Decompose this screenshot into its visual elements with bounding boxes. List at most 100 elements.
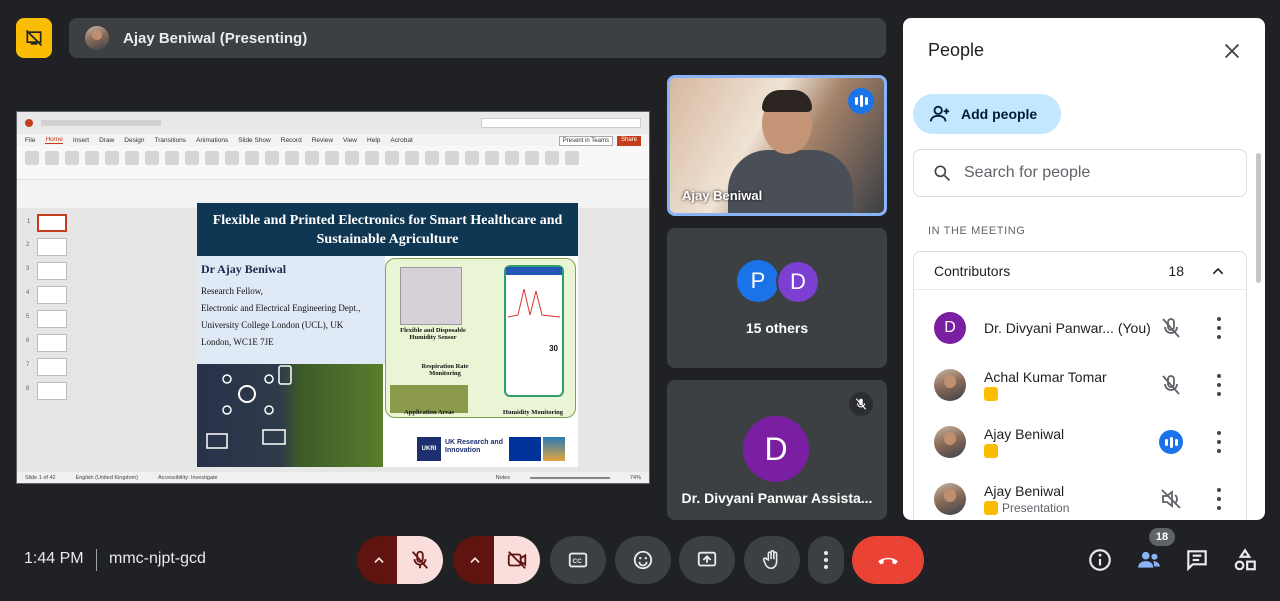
slide-agriculture-image — [197, 364, 383, 467]
avatar — [934, 369, 966, 401]
ribbon-tool-icon — [445, 151, 459, 165]
hand-icon — [762, 550, 778, 570]
info-icon[interactable] — [1087, 547, 1113, 573]
captions-button[interactable]: CC — [550, 536, 606, 584]
ppt-menu-item: Insert — [72, 136, 90, 144]
ribbon-tool-icon — [325, 151, 339, 165]
participant-role: Presentation — [1002, 501, 1070, 515]
phone-reading: 30 — [549, 344, 558, 353]
add-people-label: Add people — [961, 106, 1038, 122]
search-icon — [934, 165, 951, 182]
raise-hand-button[interactable] — [744, 536, 800, 584]
presenter-label: Ajay Beniwal (Presenting) — [123, 29, 308, 47]
ribbon-tool-icon — [265, 151, 279, 165]
tile-name: 15 others — [745, 320, 809, 336]
participant-row[interactable]: Ajay Beniwal Presentation — [934, 479, 1234, 519]
more-options-icon[interactable] — [1216, 317, 1222, 339]
add-people-button[interactable]: Add people — [913, 94, 1061, 134]
contributors-header[interactable]: Contributors 18 — [914, 252, 1246, 290]
ppt-title-bar — [17, 112, 649, 134]
people-icon[interactable] — [1136, 547, 1162, 573]
avatar — [934, 426, 966, 458]
chevron-up-icon — [374, 557, 384, 563]
activities-icon[interactable] — [1232, 547, 1258, 573]
ribbon-tool-icon — [305, 151, 319, 165]
presenter-bar[interactable]: Ajay Beniwal (Presenting) — [69, 18, 886, 58]
slide-thumbnails: 1 2 3 4 5 6 7 8 — [23, 208, 79, 472]
slide-thumbnail-number: 7 — [26, 362, 30, 368]
ribbon-tool-icon — [385, 151, 399, 165]
slide-footer: UKRI UK Research and Innovation — [385, 421, 576, 465]
mic-toggle-button[interactable] — [397, 536, 443, 584]
ppt-menu-item: Design — [124, 136, 145, 144]
reactions-button[interactable] — [615, 536, 671, 584]
group-count: 18 — [1168, 262, 1184, 279]
ppt-menu-item: Slide Show — [238, 136, 271, 144]
notes-toggle: Notes — [495, 474, 510, 481]
ribbon-tool-icon — [425, 151, 439, 165]
participant-row[interactable]: D Dr. Divyani Panwar... (You) — [934, 308, 1234, 348]
participant-tile-divyani[interactable]: D Dr. Divyani Panwar Assista... — [667, 380, 887, 520]
participant-name: Dr. Divyani Panwar... (You) — [984, 320, 1151, 336]
ribbon-tool-icon — [65, 151, 79, 165]
slide-thumbnail-number: 5 — [26, 314, 30, 320]
audio-options-button[interactable] — [357, 536, 401, 584]
participant-tile-ajay[interactable]: Ajay Beniwal — [667, 75, 887, 216]
ribbon-tool-icon — [345, 151, 359, 165]
more-options-icon[interactable] — [1216, 488, 1222, 510]
participant-sub: Presentation — [984, 501, 1069, 515]
ribbon-tool-icon — [545, 151, 559, 165]
participant-name: Ajay Beniwal — [984, 483, 1065, 499]
slide-thumbnail: 1 — [27, 214, 67, 232]
chevron-up-icon — [470, 557, 480, 563]
ribbon-tool-icon — [145, 151, 159, 165]
slide-thumbnail-number: 6 — [26, 338, 30, 344]
panel-title: People — [928, 40, 985, 60]
participant-row[interactable]: Achal Kumar Tomar — [934, 365, 1234, 405]
ribbon-tool-icon — [105, 151, 119, 165]
ribbon-tool-icon — [285, 151, 299, 165]
slide-thumbnail: 6 — [26, 334, 67, 352]
avatar: P — [737, 260, 779, 302]
group-name: Contributors — [934, 262, 1011, 279]
more-options-icon[interactable] — [1216, 431, 1222, 453]
panel-scrollbar[interactable] — [1256, 153, 1261, 283]
end-call-button[interactable] — [852, 536, 924, 584]
ppt-menu-item: Transitions — [154, 136, 187, 144]
camera-toggle-button[interactable] — [494, 536, 540, 584]
presenting-badge[interactable] — [16, 18, 52, 58]
present-screen-button[interactable] — [679, 536, 735, 584]
person-add-icon — [929, 105, 950, 122]
slide-thumbnail: 4 — [26, 286, 67, 304]
close-icon — [1224, 43, 1240, 59]
accessibility-status: Accessibility: Investigate — [157, 474, 218, 481]
volume-off-icon — [1161, 489, 1181, 509]
ribbon-tool-icon — [225, 151, 239, 165]
divider — [96, 549, 97, 571]
ppt-menu-item: Help — [367, 136, 381, 144]
ppt-share-button: Share — [616, 136, 641, 146]
present-badge-icon — [984, 501, 998, 515]
clock: 1:44 PM — [24, 550, 84, 567]
chat-icon[interactable] — [1184, 547, 1210, 573]
search-people-input[interactable] — [964, 164, 1224, 182]
search-box[interactable] — [913, 149, 1247, 197]
section-label: IN THE MEETING — [928, 225, 1026, 237]
more-options-button[interactable] — [808, 536, 844, 584]
slide-sensor-panel: Flexible and Disposable Humidity Sensor … — [385, 258, 576, 418]
ppt-menu-item: File — [25, 136, 36, 144]
mic-off-icon — [1162, 375, 1180, 395]
video-options-button[interactable] — [453, 536, 497, 584]
ribbon-tool-icon — [185, 151, 199, 165]
slide-thumbnail-number: 8 — [26, 386, 30, 392]
slide-line: University College London (UCL), UK — [201, 320, 344, 330]
more-vert-icon — [824, 551, 828, 569]
close-panel-button[interactable] — [1221, 40, 1243, 62]
contributors-group: Contributors 18 D Dr. Divyani Panwar... … — [913, 251, 1247, 520]
powerpoint-icon — [25, 119, 33, 127]
more-options-icon[interactable] — [1216, 374, 1222, 396]
application-areas-caption: Application Areas — [404, 409, 454, 416]
participant-tile-others[interactable]: P D 15 others — [667, 228, 887, 368]
ribbon-tool-icon — [25, 151, 39, 165]
participant-row[interactable]: Ajay Beniwal — [934, 422, 1234, 462]
